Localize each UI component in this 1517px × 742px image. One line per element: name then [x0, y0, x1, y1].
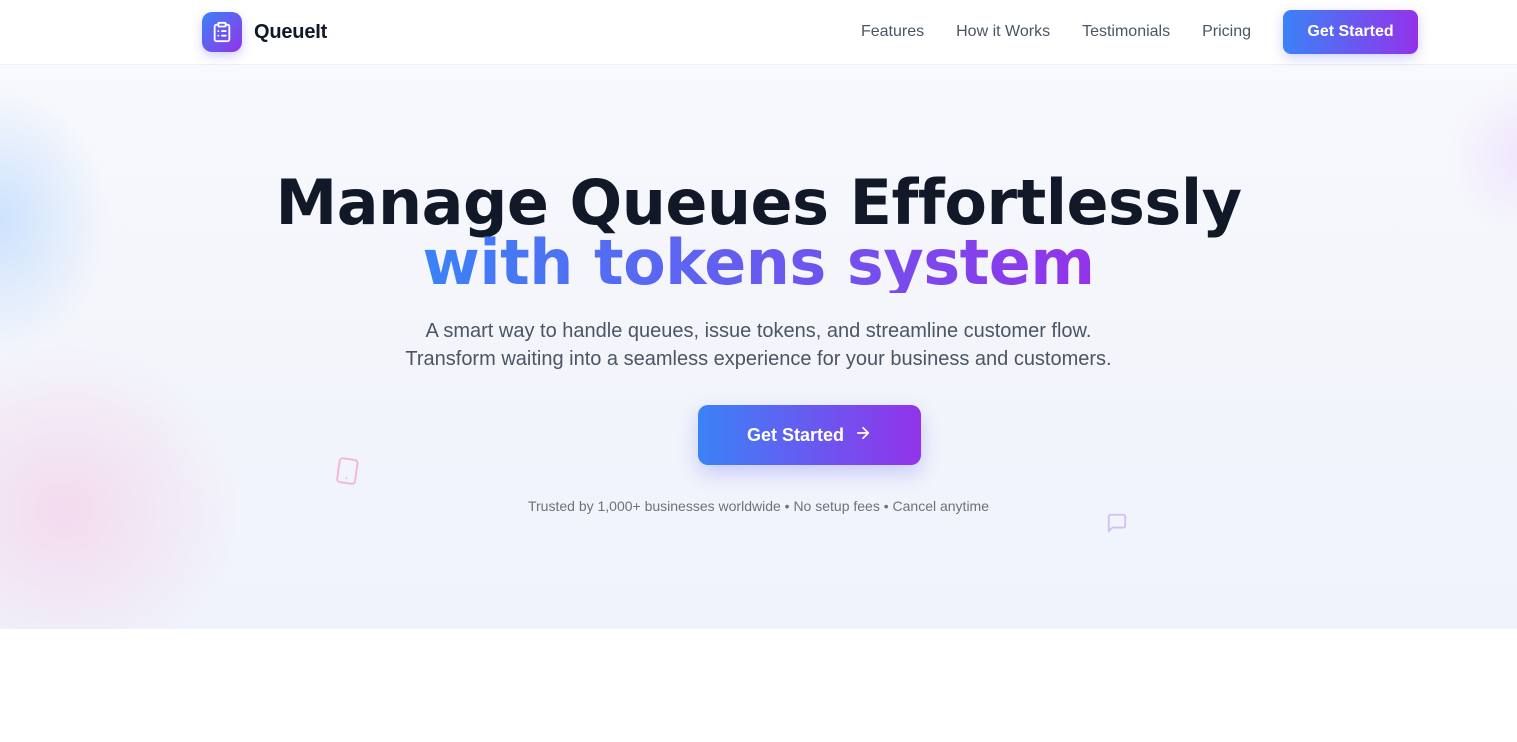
brand-home-link[interactable]: QueueIt [202, 12, 327, 52]
arrow-right-icon [854, 424, 872, 447]
hero-get-started-button[interactable]: Get Started [698, 405, 921, 465]
brand-name: QueueIt [254, 20, 328, 43]
nav-link-pricing[interactable]: Pricing [1202, 10, 1251, 54]
hero-headline: Manage Queues Effortlessly with tokens s… [0, 166, 1517, 299]
trust-statement: Trusted by 1,000+ businesses worldwide •… [527, 498, 990, 514]
main-nav: Features How it Works Testimonials Prici… [861, 10, 1418, 54]
site-header: QueueIt Features How it Works Testimonia… [0, 0, 1517, 65]
hero-headline-gradient: with tokens system [422, 226, 1095, 299]
hero-section: Manage Queues Effortlessly with tokens s… [0, 65, 1517, 629]
hero-cta-label: Get Started [746, 424, 845, 445]
nav-link-how-it-works[interactable]: How it Works [956, 10, 1050, 54]
hero-subtext-line2: Transform waiting into a seamless experi… [405, 348, 1112, 370]
nav-link-testimonials[interactable]: Testimonials [1082, 10, 1170, 54]
clipboard-list-icon [202, 12, 242, 52]
message-square-icon [1106, 512, 1128, 539]
header-get-started-button[interactable]: Get Started [1283, 10, 1418, 54]
hero-subtext: A smart way to handle queues, issue toke… [0, 317, 1517, 373]
hero-subtext-line1: A smart way to handle queues, issue toke… [425, 320, 1092, 342]
smartphone-icon [334, 456, 360, 492]
decorative-pink-blob [0, 345, 240, 629]
nav-link-features[interactable]: Features [861, 10, 924, 54]
hero-headline-line1: Manage Queues Effortlessly [275, 166, 1242, 239]
